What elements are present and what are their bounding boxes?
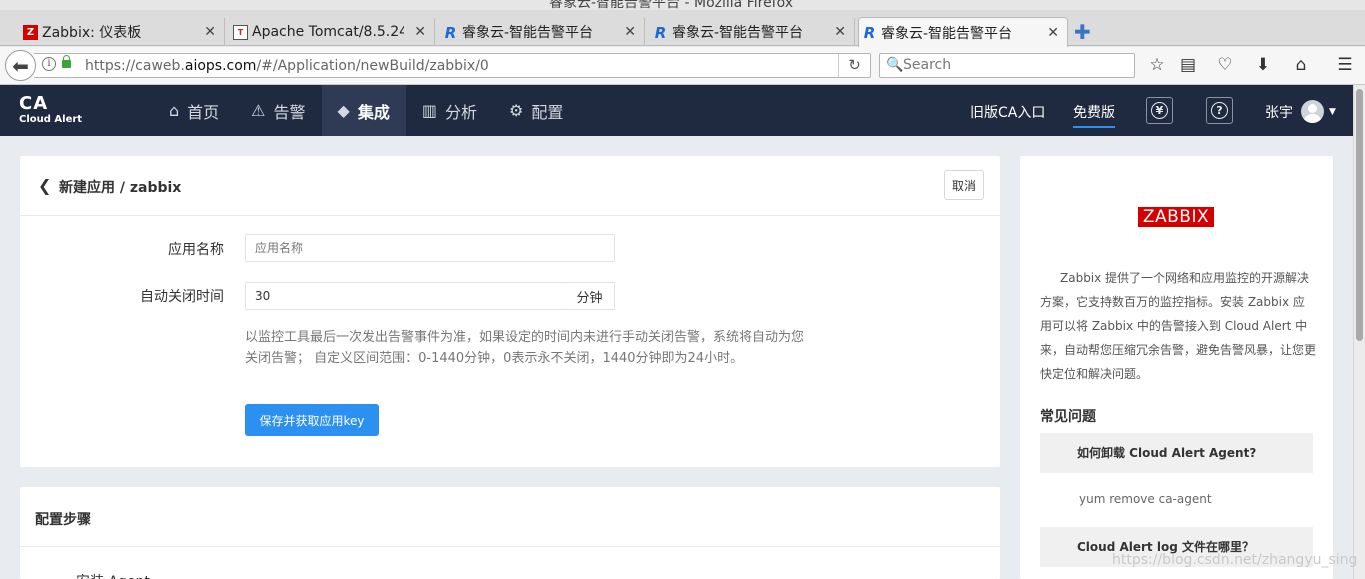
app-name-label: 应用名称 [168, 242, 224, 258]
search-icon: 🔍 [886, 57, 904, 73]
config-steps-card: 配置步骤 安装 Agent [20, 487, 1000, 579]
download-icon[interactable]: ⬇ [1251, 55, 1275, 75]
back-arrow-icon[interactable]: ⬅ [5, 50, 36, 81]
ruixiang-favicon-icon: R [863, 23, 876, 42]
faq-title: 常见问题 [1040, 409, 1096, 425]
nav-home[interactable]: ⌂ 首页 [153, 85, 235, 136]
bookmark-star-icon[interactable]: ☆ [1145, 55, 1169, 75]
close-tab-icon[interactable]: ✕ [1047, 25, 1059, 41]
window-title-bar: 睿象云-智能告警平台 - Mozilla Firefox [0, 0, 1365, 10]
navigation-toolbar: i https://caweb.aiops.com/#/Application/… [0, 47, 1365, 85]
faq-question[interactable]: 如何卸载 Cloud Alert Agent? [1040, 433, 1313, 473]
close-tab-icon[interactable]: ✕ [414, 24, 426, 40]
menu-icon[interactable]: ☰ [1333, 55, 1357, 75]
nav-integration[interactable]: ◆ 集成 [321, 85, 406, 136]
close-tab-icon[interactable]: ✕ [624, 24, 636, 40]
chart-icon: ▥ [421, 101, 437, 120]
nav-analysis[interactable]: ▥ 分析 [406, 85, 493, 136]
avatar [1301, 100, 1324, 123]
card-header: ❮ 新建应用 / zabbix 取消 [20, 156, 1000, 216]
tab-ruixiang-2[interactable]: R 睿象云-智能告警平台 ✕ [650, 18, 855, 46]
close-tab-icon[interactable]: ✕ [834, 24, 846, 40]
page-scrollbar[interactable] [1353, 85, 1365, 579]
app-header: CA Cloud Alert ⌂ 首页 ⚠ 告警 ◆ 集成 ▥ 分析 ⚙ 配置 … [0, 85, 1353, 136]
gear-icon: ⚙ [509, 101, 524, 120]
main-nav: ⌂ 首页 ⚠ 告警 ◆ 集成 ▥ 分析 ⚙ 配置 [153, 85, 579, 136]
zabbix-logo: ZABBIX [1138, 207, 1214, 227]
minutes-unit: 分钟 [565, 282, 615, 310]
old-version-link[interactable]: 旧版CA入口 [970, 102, 1045, 122]
user-menu[interactable]: 张宇 ▼ [1265, 100, 1336, 123]
question-icon: ? [1211, 102, 1228, 119]
app-name-input[interactable] [245, 234, 615, 262]
tomcat-favicon-icon: T [233, 25, 248, 40]
caret-down-icon: ▼ [1329, 106, 1336, 117]
search-input[interactable] [903, 57, 1123, 73]
auto-close-label: 自动关闭时间 [140, 289, 224, 305]
info-icon[interactable]: i [42, 57, 56, 71]
tab-label: Apache Tomcat/8.5.24 [252, 24, 405, 40]
scrollbar-thumb[interactable] [1356, 89, 1363, 341]
reload-icon[interactable]: ↻ [838, 54, 870, 77]
zabbix-description: Zabbix 提供了一个网络和应用监控的开源解决方案，它支持数百万的监控指标。安… [1040, 271, 1317, 381]
nav-alarm[interactable]: ⚠ 告警 [235, 85, 321, 136]
home-icon[interactable]: ⌂ [1289, 55, 1313, 75]
billing-button[interactable]: ¥ [1146, 97, 1173, 124]
tab-label: 睿象云-智能告警平台 [881, 25, 1013, 42]
ruixiang-favicon-icon: R [654, 23, 667, 42]
tab-ruixiang-1[interactable]: R 睿象云-智能告警平台 ✕ [440, 18, 645, 46]
search-bar[interactable]: 🔍 [879, 53, 1135, 78]
chevron-left-icon[interactable]: ❮ [38, 176, 51, 195]
tab-label: Zabbix: 仪表板 [42, 25, 142, 41]
url-text[interactable]: https://caweb.aiops.com/#/Application/ne… [85, 58, 489, 74]
section-title: 配置步骤 [35, 512, 91, 528]
close-tab-icon[interactable]: ✕ [204, 24, 216, 40]
step-item: 安装 Agent [76, 571, 150, 579]
cloud-alert-logo[interactable]: CA Cloud Alert [19, 94, 82, 126]
tab-zabbix[interactable]: Z Zabbix: 仪表板 ✕ [20, 18, 225, 46]
user-name: 张宇 [1265, 104, 1293, 121]
tab-tomcat[interactable]: T Apache Tomcat/8.5.24 ✕ [230, 18, 435, 46]
url-bar[interactable]: i https://caweb.aiops.com/#/Application/… [34, 53, 871, 78]
zabbix-info-card: ZABBIX Zabbix 提供了一个网络和应用监控的开源解决方案，它支持数百万… [1020, 156, 1333, 579]
alarm-icon: ⚠ [251, 101, 266, 120]
tab-label: 睿象云-智能告警平台 [462, 25, 594, 41]
reading-list-icon[interactable]: ▤ [1176, 55, 1200, 75]
lock-icon [62, 55, 71, 68]
faq-answer: yum remove ca-agent [1079, 492, 1212, 506]
tab-strip: Z Zabbix: 仪表板 ✕ T Apache Tomcat/8.5.24 ✕… [0, 10, 1365, 47]
nav-config[interactable]: ⚙ 配置 [493, 85, 579, 136]
zabbix-favicon-icon: Z [23, 25, 38, 40]
tab-label: 睿象云-智能告警平台 [672, 25, 804, 41]
tab-ruixiang-active[interactable]: R 睿象云-智能告警平台 ✕ [858, 17, 1068, 47]
breadcrumb: 新建应用 / zabbix [59, 180, 182, 196]
window-title: 睿象云-智能告警平台 - Mozilla Firefox [549, 0, 794, 10]
new-app-card: ❮ 新建应用 / zabbix 取消 应用名称 自动关闭时间 分钟 以监控工具最… [20, 156, 1000, 467]
card-header: 配置步骤 [20, 487, 1000, 547]
new-tab-icon[interactable]: ✚ [1074, 22, 1091, 42]
auto-close-input[interactable] [245, 282, 566, 310]
save-get-key-button[interactable]: 保存并获取应用key [245, 404, 379, 436]
free-edition-link[interactable]: 免费版 [1073, 102, 1115, 128]
help-text: 以监控工具最后一次发出告警事件为准，如果设定的时间内未进行手动关闭告警，系统将自… [245, 330, 805, 366]
yen-icon: ¥ [1151, 102, 1168, 119]
home-icon: ⌂ [169, 101, 180, 120]
layers-icon: ◆ [337, 101, 350, 120]
pocket-icon[interactable]: ♡ [1213, 55, 1237, 75]
ruixiang-favicon-icon: R [444, 23, 457, 42]
help-button[interactable]: ? [1206, 97, 1233, 124]
watermark: https://blog.csdn.net/zhangyu_sing [1112, 552, 1358, 568]
cancel-button[interactable]: 取消 [944, 170, 984, 200]
